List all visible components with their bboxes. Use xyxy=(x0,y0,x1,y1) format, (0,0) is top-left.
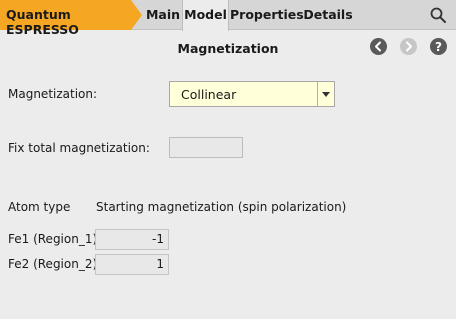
page-title: Magnetization xyxy=(177,41,279,56)
tab-main-label: Main xyxy=(145,7,181,22)
magnetization-select[interactable]: Collinear xyxy=(169,81,335,107)
atom-row-label: Fe2 (Region_2) xyxy=(8,257,98,271)
search-icon[interactable] xyxy=(430,7,446,23)
magnetization-select-value: Collinear xyxy=(181,87,237,102)
forward-icon[interactable] xyxy=(400,38,417,55)
tab-details[interactable]: Details xyxy=(302,0,354,30)
fix-total-magnetization-field[interactable] xyxy=(169,137,243,158)
tab-model[interactable]: Model xyxy=(182,0,229,31)
app-title-tab: Quantum ESPRESSO xyxy=(0,0,142,37)
tab-main[interactable]: Main xyxy=(143,0,183,30)
chevron-down-icon xyxy=(322,92,330,97)
back-icon[interactable] xyxy=(370,38,387,55)
starting-magnetization-field-fe1[interactable]: -1 xyxy=(95,229,169,250)
dropdown-arrow[interactable] xyxy=(317,82,334,106)
top-tab-bar: Quantum ESPRESSO Main Model Properties D… xyxy=(0,0,456,37)
app-name: Quantum ESPRESSO xyxy=(6,7,79,37)
magnetization-label: Magnetization: xyxy=(8,87,98,101)
svg-text:?: ? xyxy=(435,40,442,54)
help-icon[interactable]: ? xyxy=(430,38,447,55)
atom-row-label: Fe1 (Region_1) xyxy=(8,232,98,246)
fix-total-magnetization-label: Fix total magnetization: xyxy=(8,141,150,155)
tab-details-label: Details xyxy=(303,7,353,22)
tab-model-label: Model xyxy=(184,7,227,22)
atom-type-header: Atom type xyxy=(8,200,71,214)
tab-properties[interactable]: Properties xyxy=(230,0,304,30)
starting-magnetization-header: Starting magnetization (spin polarizatio… xyxy=(96,200,347,214)
tab-properties-label: Properties xyxy=(230,7,304,22)
starting-magnetization-field-fe2[interactable]: 1 xyxy=(95,254,169,275)
